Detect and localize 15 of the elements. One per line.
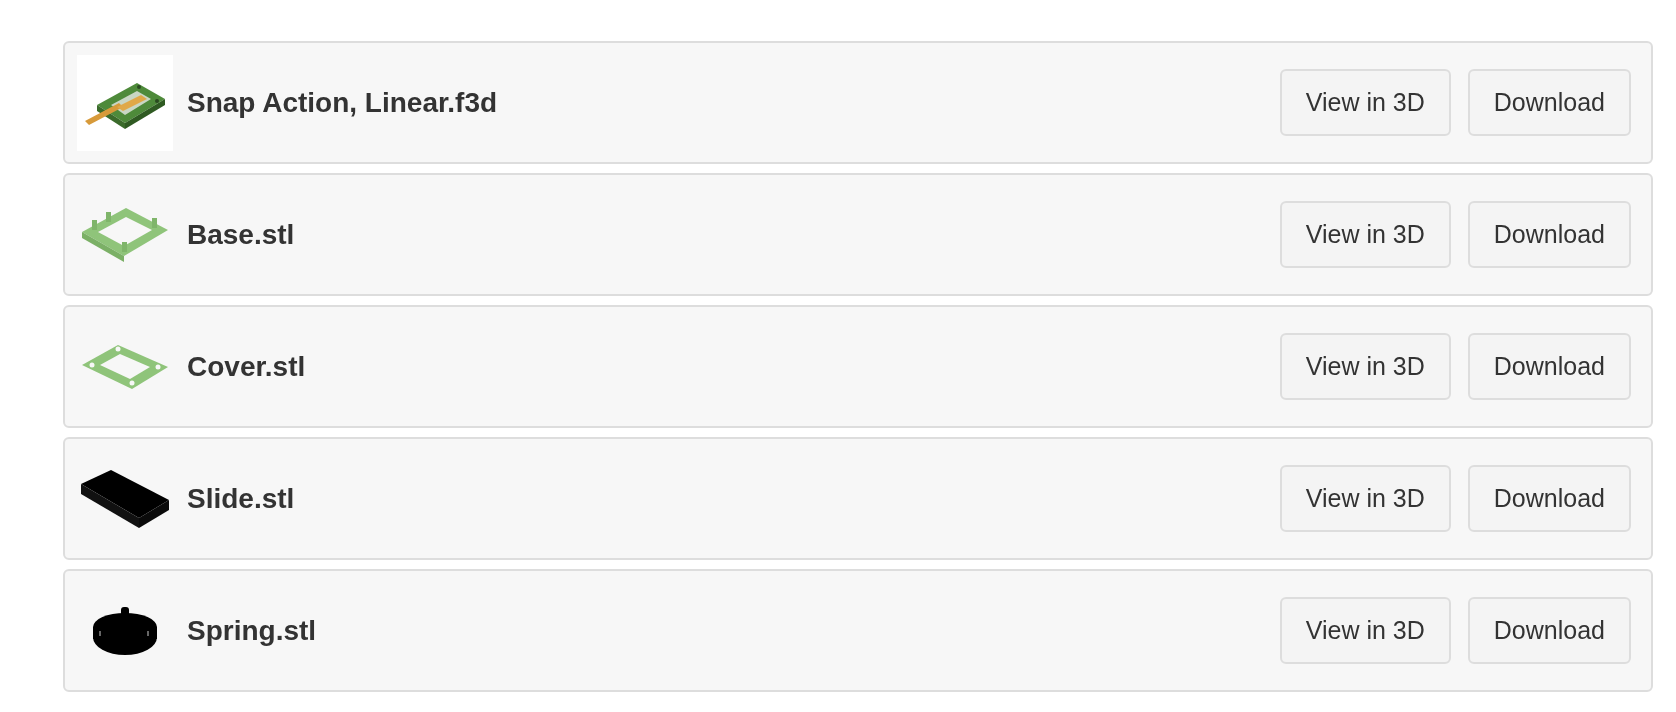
file-name: Snap Action, Linear.f3d — [187, 85, 498, 120]
file-name: Spring.stl — [187, 613, 317, 648]
download-button[interactable]: Download — [1467, 465, 1631, 532]
view-3d-button[interactable]: View in 3D — [1279, 597, 1451, 664]
download-button[interactable]: Download — [1467, 333, 1631, 400]
file-name: Base.stl — [187, 217, 295, 252]
file-name: Slide.stl — [187, 481, 295, 516]
download-button[interactable]: Download — [1467, 201, 1631, 268]
download-button[interactable]: Download — [1467, 597, 1631, 664]
view-3d-button[interactable]: View in 3D — [1279, 465, 1451, 532]
file-name: Cover.stl — [187, 349, 306, 384]
view-3d-button[interactable]: View in 3D — [1279, 201, 1451, 268]
view-3d-button[interactable]: View in 3D — [1279, 333, 1451, 400]
view-3d-button[interactable]: View in 3D — [1279, 69, 1451, 136]
download-button[interactable]: Download — [1467, 69, 1631, 136]
